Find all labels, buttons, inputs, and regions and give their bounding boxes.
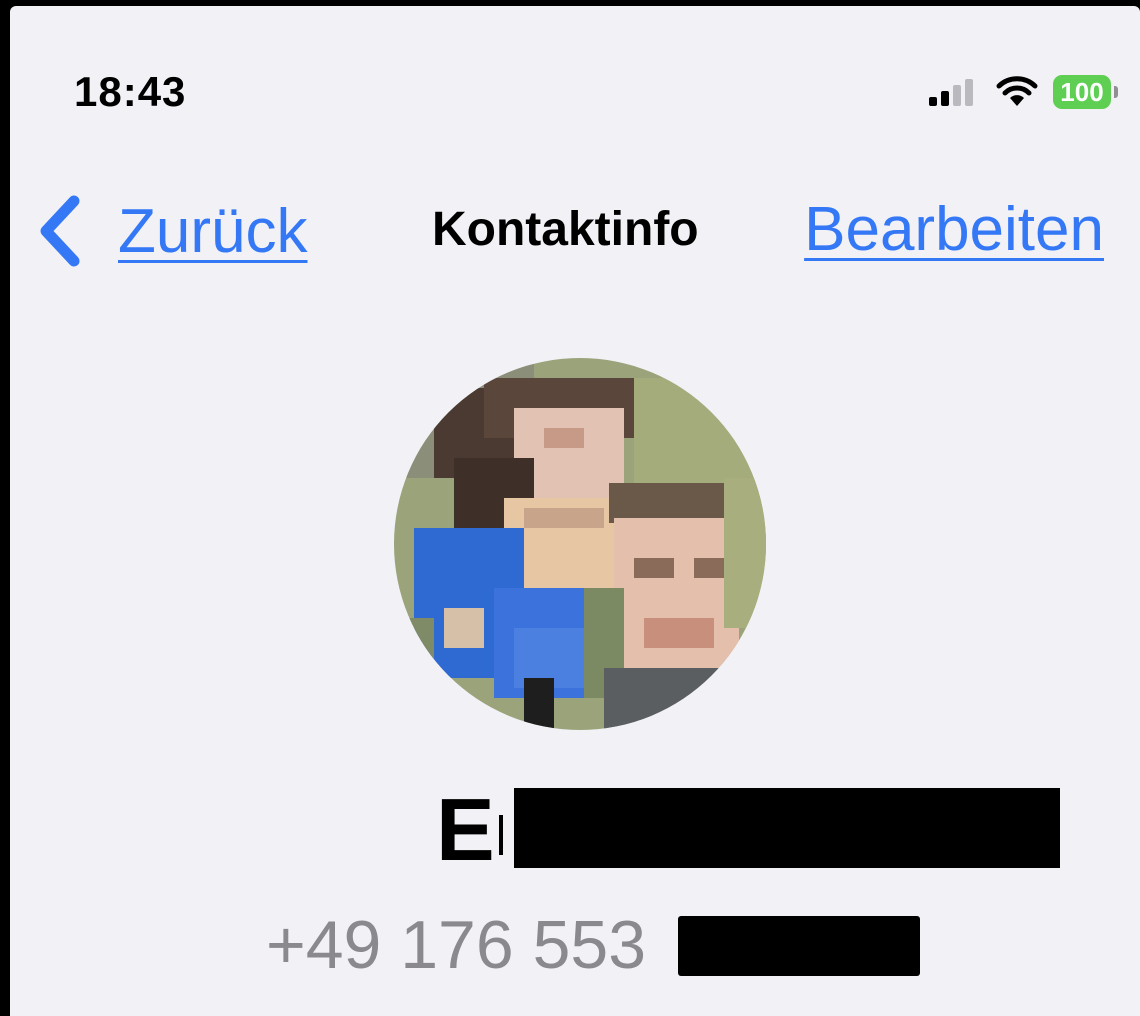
contact-name-initial: E [436,780,495,879]
back-label: Zurück [118,196,308,266]
contact-name: E [436,780,503,879]
status-time: 18:43 [74,68,187,115]
page-title: Kontaktinfo [432,203,699,256]
wifi-icon [996,76,1038,106]
name-redaction [514,788,1060,868]
contact-phone: +49 176 553 [266,907,647,983]
avatar[interactable] [394,358,766,730]
phone-redaction [678,916,920,976]
chevron-left-icon [40,195,80,267]
battery-level: 100 [1053,75,1111,109]
status-icons: 100 [925,72,1118,112]
contact-photo [394,358,766,730]
back-button[interactable]: Zurück [36,186,307,276]
contact-info-screen: 18:43 100 Zurück Kontaktinfo Bearbeiten [10,6,1140,1016]
edit-button[interactable]: Bearbeiten [804,194,1104,265]
cellular-signal-icon [925,78,973,106]
text-cursor [498,815,503,855]
battery-icon: 100 [1053,75,1118,109]
navigation-bar: Zurück Kontaktinfo Bearbeiten [10,186,1140,276]
